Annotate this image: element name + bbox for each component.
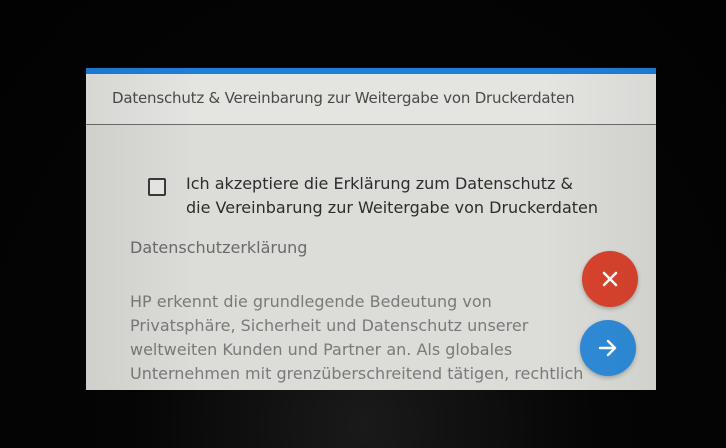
printer-screen: Datenschutz & Vereinbarung zur Weitergab… bbox=[86, 68, 656, 390]
accept-privacy-label[interactable]: Ich akzeptiere die Erklärung zum Datensc… bbox=[186, 172, 626, 220]
checkbox-unchecked-icon[interactable] bbox=[148, 178, 166, 196]
accept-privacy-option[interactable]: Ich akzeptiere die Erklärung zum Datensc… bbox=[148, 172, 628, 222]
close-icon bbox=[602, 271, 618, 287]
cancel-button[interactable] bbox=[582, 251, 638, 307]
header-bar: Datenschutz & Vereinbarung zur Weitergab… bbox=[86, 74, 656, 125]
privacy-body-text: HP erkennt die grundlegende Bedeutung vo… bbox=[130, 290, 630, 386]
accept-label-line-2: die Vereinbarung zur Weitergabe von Druc… bbox=[186, 198, 599, 217]
page-title: Datenschutz & Vereinbarung zur Weitergab… bbox=[112, 89, 575, 107]
privacy-body-line-4: Unternehmen mit grenzüberschreitend täti… bbox=[130, 364, 584, 383]
next-button[interactable] bbox=[580, 320, 636, 376]
privacy-body-line-2: Privatsphäre, Sicherheit und Datenschutz… bbox=[130, 316, 529, 335]
accept-label-line-1: Ich akzeptiere die Erklärung zum Datensc… bbox=[186, 174, 574, 193]
privacy-body-line-3: weltweiten Kunden und Partner an. Als gl… bbox=[130, 340, 513, 359]
arrow-right-icon bbox=[598, 339, 617, 357]
privacy-section-title: Datenschutzerklärung bbox=[130, 238, 308, 257]
privacy-body-line-1: HP erkennt die grundlegende Bedeutung vo… bbox=[130, 292, 492, 311]
